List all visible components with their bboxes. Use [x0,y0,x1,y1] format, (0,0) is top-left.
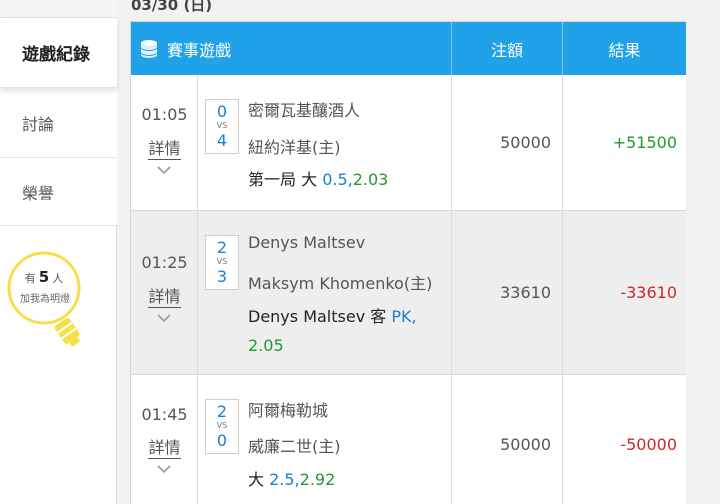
sidebar: 遊戲紀錄 討論 榮譽 有5人 加我為明燈 [0,0,117,504]
sidebar-item-discussion[interactable]: 討論 [0,88,117,158]
sidebar-item-honors[interactable]: 榮譽 [0,158,117,226]
game-cell: 2 VS 0 阿爾梅勒城 威廉二世(主) 大 2.5,2.92 [198,375,452,504]
bet-detail: 大 2.5,2.92 [248,470,336,489]
score-away: 0 [216,102,228,121]
vs-label: VS [216,257,228,266]
team-away: 阿爾梅勒城 [248,401,329,420]
game-cell: 0 VS 4 密爾瓦基釀酒人 紐約洋基(主) 第一局 大 0.5,2.03 [198,75,452,210]
follow-label: 加我為明燈 [20,294,70,305]
score-box: 2 VS 3 [205,235,239,290]
team-away: 密爾瓦基釀酒人 [248,101,361,120]
sidebar-item-game-records[interactable]: 遊戲紀錄 [0,18,117,88]
date-heading: 03/30 (日) [131,0,213,14]
team-home: 紐約洋基(主) [248,138,341,157]
score-home: 4 [216,131,228,150]
sidebar-item-label: 遊戲紀錄 [22,45,90,65]
details-link[interactable]: 詳情 [131,283,198,308]
team-home: Maksym Khomenko(主) [248,274,433,293]
table-row: 01:25 詳情 2 VS 3 Denys Maltsev Maksym Kho… [131,211,686,375]
sidebar-item-label: 討論 [22,114,55,134]
sidebar-top-spacer [0,0,117,18]
column-header-game: 賽事遊戲 [131,22,452,75]
chevron-down-icon[interactable] [157,464,171,474]
table-row: 01:05 詳情 0 VS 4 密爾瓦基釀酒人 紐約洋基(主) 第一局 大 0.… [131,75,686,211]
follower-count: 有5人 [24,268,64,286]
column-header-stake: 注額 [452,22,563,75]
score-home: 0 [216,431,228,450]
game-cell: 2 VS 3 Denys Maltsev Maksym Khomenko(主) … [198,211,452,374]
details-link[interactable]: 詳情 [131,135,198,160]
team-home: 威廉二世(主) [248,437,341,456]
stake-cell: 50000 [452,375,563,504]
score-box: 0 VS 4 [205,99,239,154]
match-time: 01:45 [141,405,188,424]
time-cell: 01:45 詳情 [131,375,198,504]
time-cell: 01:05 詳情 [131,75,198,210]
result-cell: -33610 [620,283,677,302]
table-row: 01:45 詳情 2 VS 0 阿爾梅勒城 威廉二世(主) 大 2.5,2.92… [131,375,686,504]
match-time: 01:25 [141,253,188,272]
result-cell: -50000 [620,435,677,454]
vs-label: VS [216,421,228,430]
stake-cell: 33610 [452,211,563,374]
records-table: 賽事遊戲 注額 結果 01:05 詳情 0 VS 4 密爾瓦基釀酒人 紐約洋基(… [130,21,686,504]
table-header: 賽事遊戲 注額 結果 [131,22,686,75]
sidebar-item-label: 榮譽 [22,183,55,203]
details-link[interactable]: 詳情 [131,434,198,459]
column-header-game-label: 賽事遊戲 [167,40,232,60]
score-home: 3 [216,267,228,286]
bet-detail: Denys Maltsev 客 PK, 2.05 [248,307,417,355]
follow-lightbulb-button[interactable]: 有5人 加我為明燈 [6,250,92,354]
database-icon [141,39,157,58]
match-time: 01:05 [141,105,188,124]
chevron-down-icon[interactable] [157,165,171,175]
vs-label: VS [216,121,228,130]
score-away: 2 [216,238,228,257]
stake-cell: 50000 [452,75,563,210]
result-cell: +51500 [612,133,677,152]
score-box: 2 VS 0 [205,399,239,454]
score-away: 2 [216,402,228,421]
column-header-result: 結果 [608,40,641,60]
chevron-down-icon[interactable] [157,313,171,323]
time-cell: 01:25 詳情 [131,211,198,374]
team-away: Denys Maltsev [248,233,366,252]
bet-detail: 第一局 大 0.5,2.03 [248,170,389,189]
